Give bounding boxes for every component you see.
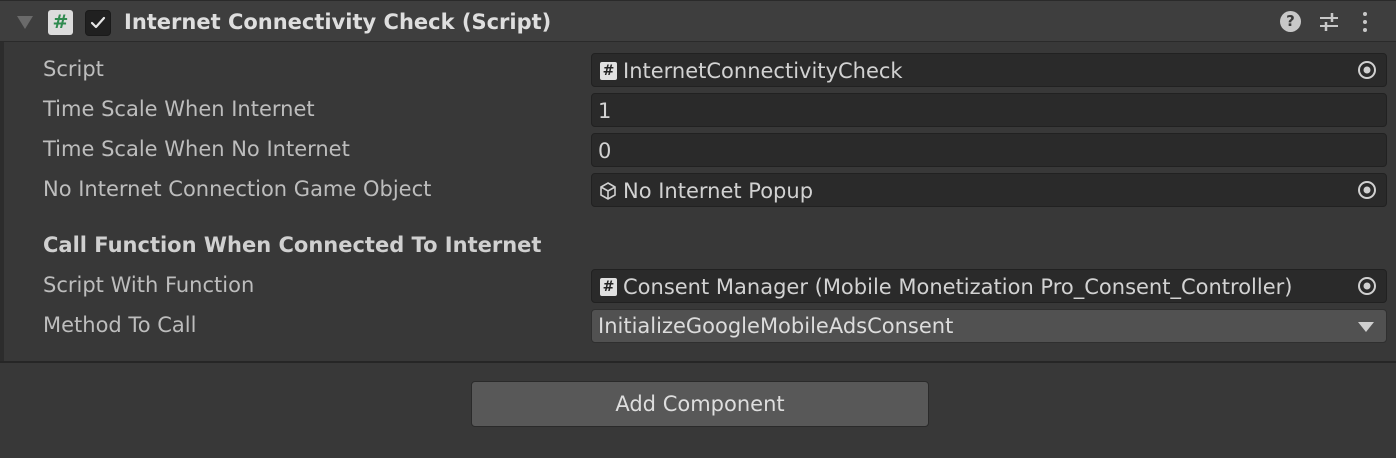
script-field[interactable]: # InternetConnectivityCheck xyxy=(591,53,1387,87)
presets-icon[interactable] xyxy=(1318,11,1340,37)
script-with-function-value: Consent Manager (Mobile Monetization Pro… xyxy=(623,275,1293,299)
inspector-left-border xyxy=(0,42,4,362)
kebab-menu-icon[interactable] xyxy=(1361,11,1369,37)
no-internet-object-value: No Internet Popup xyxy=(623,179,814,203)
time-scale-internet-input[interactable]: 1 xyxy=(591,93,1387,127)
object-picker-icon[interactable] xyxy=(1348,270,1386,302)
object-picker-icon[interactable] xyxy=(1348,174,1386,206)
time-scale-no-internet-value: 0 xyxy=(598,139,612,163)
csharp-script-icon: # xyxy=(600,278,617,296)
component-header[interactable]: # Internet Connectivity Check (Script) ? xyxy=(0,0,1396,42)
object-picker-icon[interactable] xyxy=(1348,54,1386,86)
component-divider xyxy=(0,361,1396,363)
no-internet-object-field[interactable]: No Internet Popup xyxy=(591,173,1387,207)
method-to-call-dropdown[interactable]: InitializeGoogleMobileAdsConsent xyxy=(591,309,1387,343)
section-header: Call Function When Connected To Internet xyxy=(43,233,542,257)
component-enabled-checkbox[interactable] xyxy=(85,10,111,36)
chevron-down-icon xyxy=(1358,322,1374,332)
gameobject-cube-icon xyxy=(600,182,616,200)
add-component-button[interactable]: Add Component xyxy=(471,381,929,427)
script-value: InternetConnectivityCheck xyxy=(623,59,903,83)
script-label: Script xyxy=(43,57,104,81)
csharp-script-icon: # xyxy=(48,10,73,35)
component-title: Internet Connectivity Check (Script) xyxy=(124,10,552,34)
time-scale-internet-value: 1 xyxy=(598,99,612,123)
script-with-function-label: Script With Function xyxy=(43,273,255,297)
time-scale-no-internet-input[interactable]: 0 xyxy=(591,133,1387,167)
checkmark-icon xyxy=(90,16,106,29)
time-scale-no-internet-label: Time Scale When No Internet xyxy=(43,137,350,161)
help-icon[interactable]: ? xyxy=(1280,11,1301,32)
time-scale-internet-label: Time Scale When Internet xyxy=(43,97,315,121)
foldout-arrow-icon[interactable] xyxy=(17,16,33,29)
csharp-script-icon: # xyxy=(600,62,617,80)
script-with-function-field[interactable]: # Consent Manager (Mobile Monetization P… xyxy=(591,269,1387,303)
method-to-call-label: Method To Call xyxy=(43,313,197,337)
method-to-call-value: InitializeGoogleMobileAdsConsent xyxy=(598,314,954,338)
no-internet-object-label: No Internet Connection Game Object xyxy=(43,177,432,201)
